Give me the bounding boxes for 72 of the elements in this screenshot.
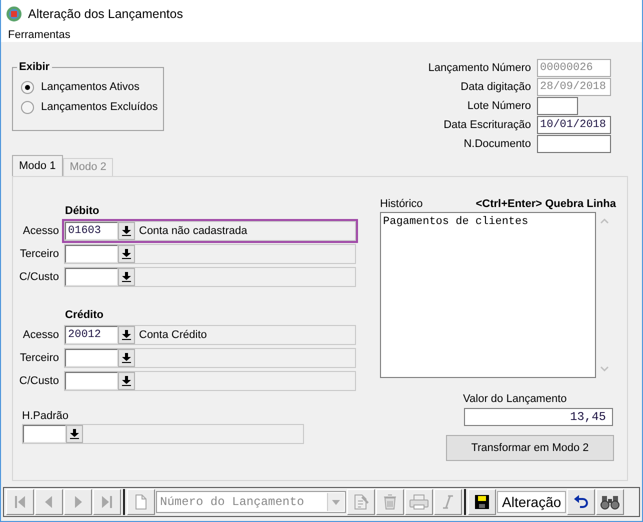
text-field[interactable] bbox=[537, 97, 578, 115]
italic-icon bbox=[442, 495, 454, 509]
down-arrow-icon bbox=[122, 226, 131, 236]
printer-icon bbox=[409, 494, 429, 510]
menu-item[interactable]: Ferramentas bbox=[8, 28, 70, 42]
dropdown-arrow-icon bbox=[332, 500, 340, 504]
code-field[interactable] bbox=[65, 244, 118, 262]
radio-button[interactable] bbox=[21, 80, 34, 94]
field-label: Terceiro bbox=[19, 352, 59, 364]
scroll-down-icon bbox=[600, 366, 609, 372]
field-label: C/Custo bbox=[19, 270, 59, 282]
down-arrow-icon bbox=[122, 248, 131, 258]
section-title: Débito bbox=[65, 205, 100, 219]
down-arrow-icon bbox=[122, 272, 131, 282]
field-label: Valor do Lançamento bbox=[463, 393, 568, 405]
text-field[interactable]: 10/01/2018 bbox=[537, 116, 611, 134]
field-label: Data digitação bbox=[460, 80, 531, 95]
down-arrow-icon bbox=[122, 330, 131, 340]
last-record-icon bbox=[100, 495, 114, 509]
field-label: Acesso bbox=[22, 328, 59, 340]
text-field[interactable] bbox=[537, 135, 611, 153]
field-label: Acesso bbox=[22, 224, 59, 236]
amount-field[interactable]: 13,45 bbox=[464, 408, 613, 426]
lookup-button[interactable] bbox=[118, 372, 135, 390]
code-field[interactable] bbox=[65, 348, 118, 366]
radio-button[interactable] bbox=[21, 100, 34, 114]
bin-icon bbox=[381, 493, 399, 511]
code-field[interactable]: 20012 bbox=[65, 326, 118, 344]
field-label: Data Escrituração bbox=[442, 118, 531, 133]
history-field[interactable]: Pagamentos de clientes bbox=[380, 212, 596, 378]
field-label: Lote Número bbox=[466, 99, 531, 114]
lookup-button[interactable] bbox=[118, 222, 135, 240]
scroll-up-icon bbox=[600, 218, 609, 224]
lookup-button[interactable] bbox=[118, 326, 135, 344]
description-field: Conta Crédito bbox=[135, 326, 355, 344]
shortcut-hint: <Ctrl+Enter> Quebra Linha bbox=[476, 198, 616, 210]
app-icon bbox=[6, 6, 22, 22]
radio-label[interactable]: Lançamentos Excluídos bbox=[41, 101, 158, 113]
field-label: N.Documento bbox=[462, 137, 531, 152]
document-icon bbox=[134, 494, 148, 510]
lookup-button[interactable] bbox=[118, 268, 135, 286]
undo-icon bbox=[573, 495, 590, 509]
field-label: Lançamento Número bbox=[428, 61, 531, 76]
down-arrow-icon bbox=[122, 352, 131, 362]
save-icon bbox=[474, 494, 490, 510]
section-title: Crédito bbox=[65, 309, 104, 323]
toolbar-button[interactable] bbox=[468, 489, 496, 515]
tab[interactable]: Modo 1 bbox=[12, 155, 63, 176]
code-field[interactable] bbox=[65, 268, 118, 286]
toolbar-button[interactable] bbox=[567, 489, 596, 515]
description-field: Conta não cadastrada bbox=[135, 222, 355, 240]
down-arrow-icon bbox=[70, 428, 79, 438]
toolbar-button[interactable] bbox=[596, 489, 624, 515]
lookup-button[interactable] bbox=[118, 348, 135, 366]
window-title: Alteração dos Lançamentos bbox=[28, 7, 183, 21]
field-label: C/Custo bbox=[19, 374, 59, 386]
field-label: Terceiro bbox=[19, 248, 59, 260]
code-field[interactable] bbox=[23, 424, 66, 442]
down-arrow-icon bbox=[122, 376, 131, 386]
mode-status: Alteração bbox=[497, 491, 566, 513]
first-record-icon bbox=[13, 495, 27, 509]
document-arrow-icon bbox=[352, 493, 370, 511]
lookup-button[interactable] bbox=[66, 424, 83, 442]
radio-label[interactable]: Lançamentos Ativos bbox=[41, 81, 140, 93]
group-title: Exibir bbox=[18, 61, 51, 73]
code-field[interactable]: 01603 bbox=[65, 222, 118, 240]
transform-button[interactable]: Transformar em Modo 2 bbox=[446, 435, 614, 461]
field-label: Histórico bbox=[380, 198, 423, 210]
lookup-button[interactable] bbox=[118, 244, 135, 262]
code-field[interactable] bbox=[65, 372, 118, 390]
binoculars-icon bbox=[600, 494, 620, 510]
field-label: H.Padrão bbox=[22, 410, 70, 422]
